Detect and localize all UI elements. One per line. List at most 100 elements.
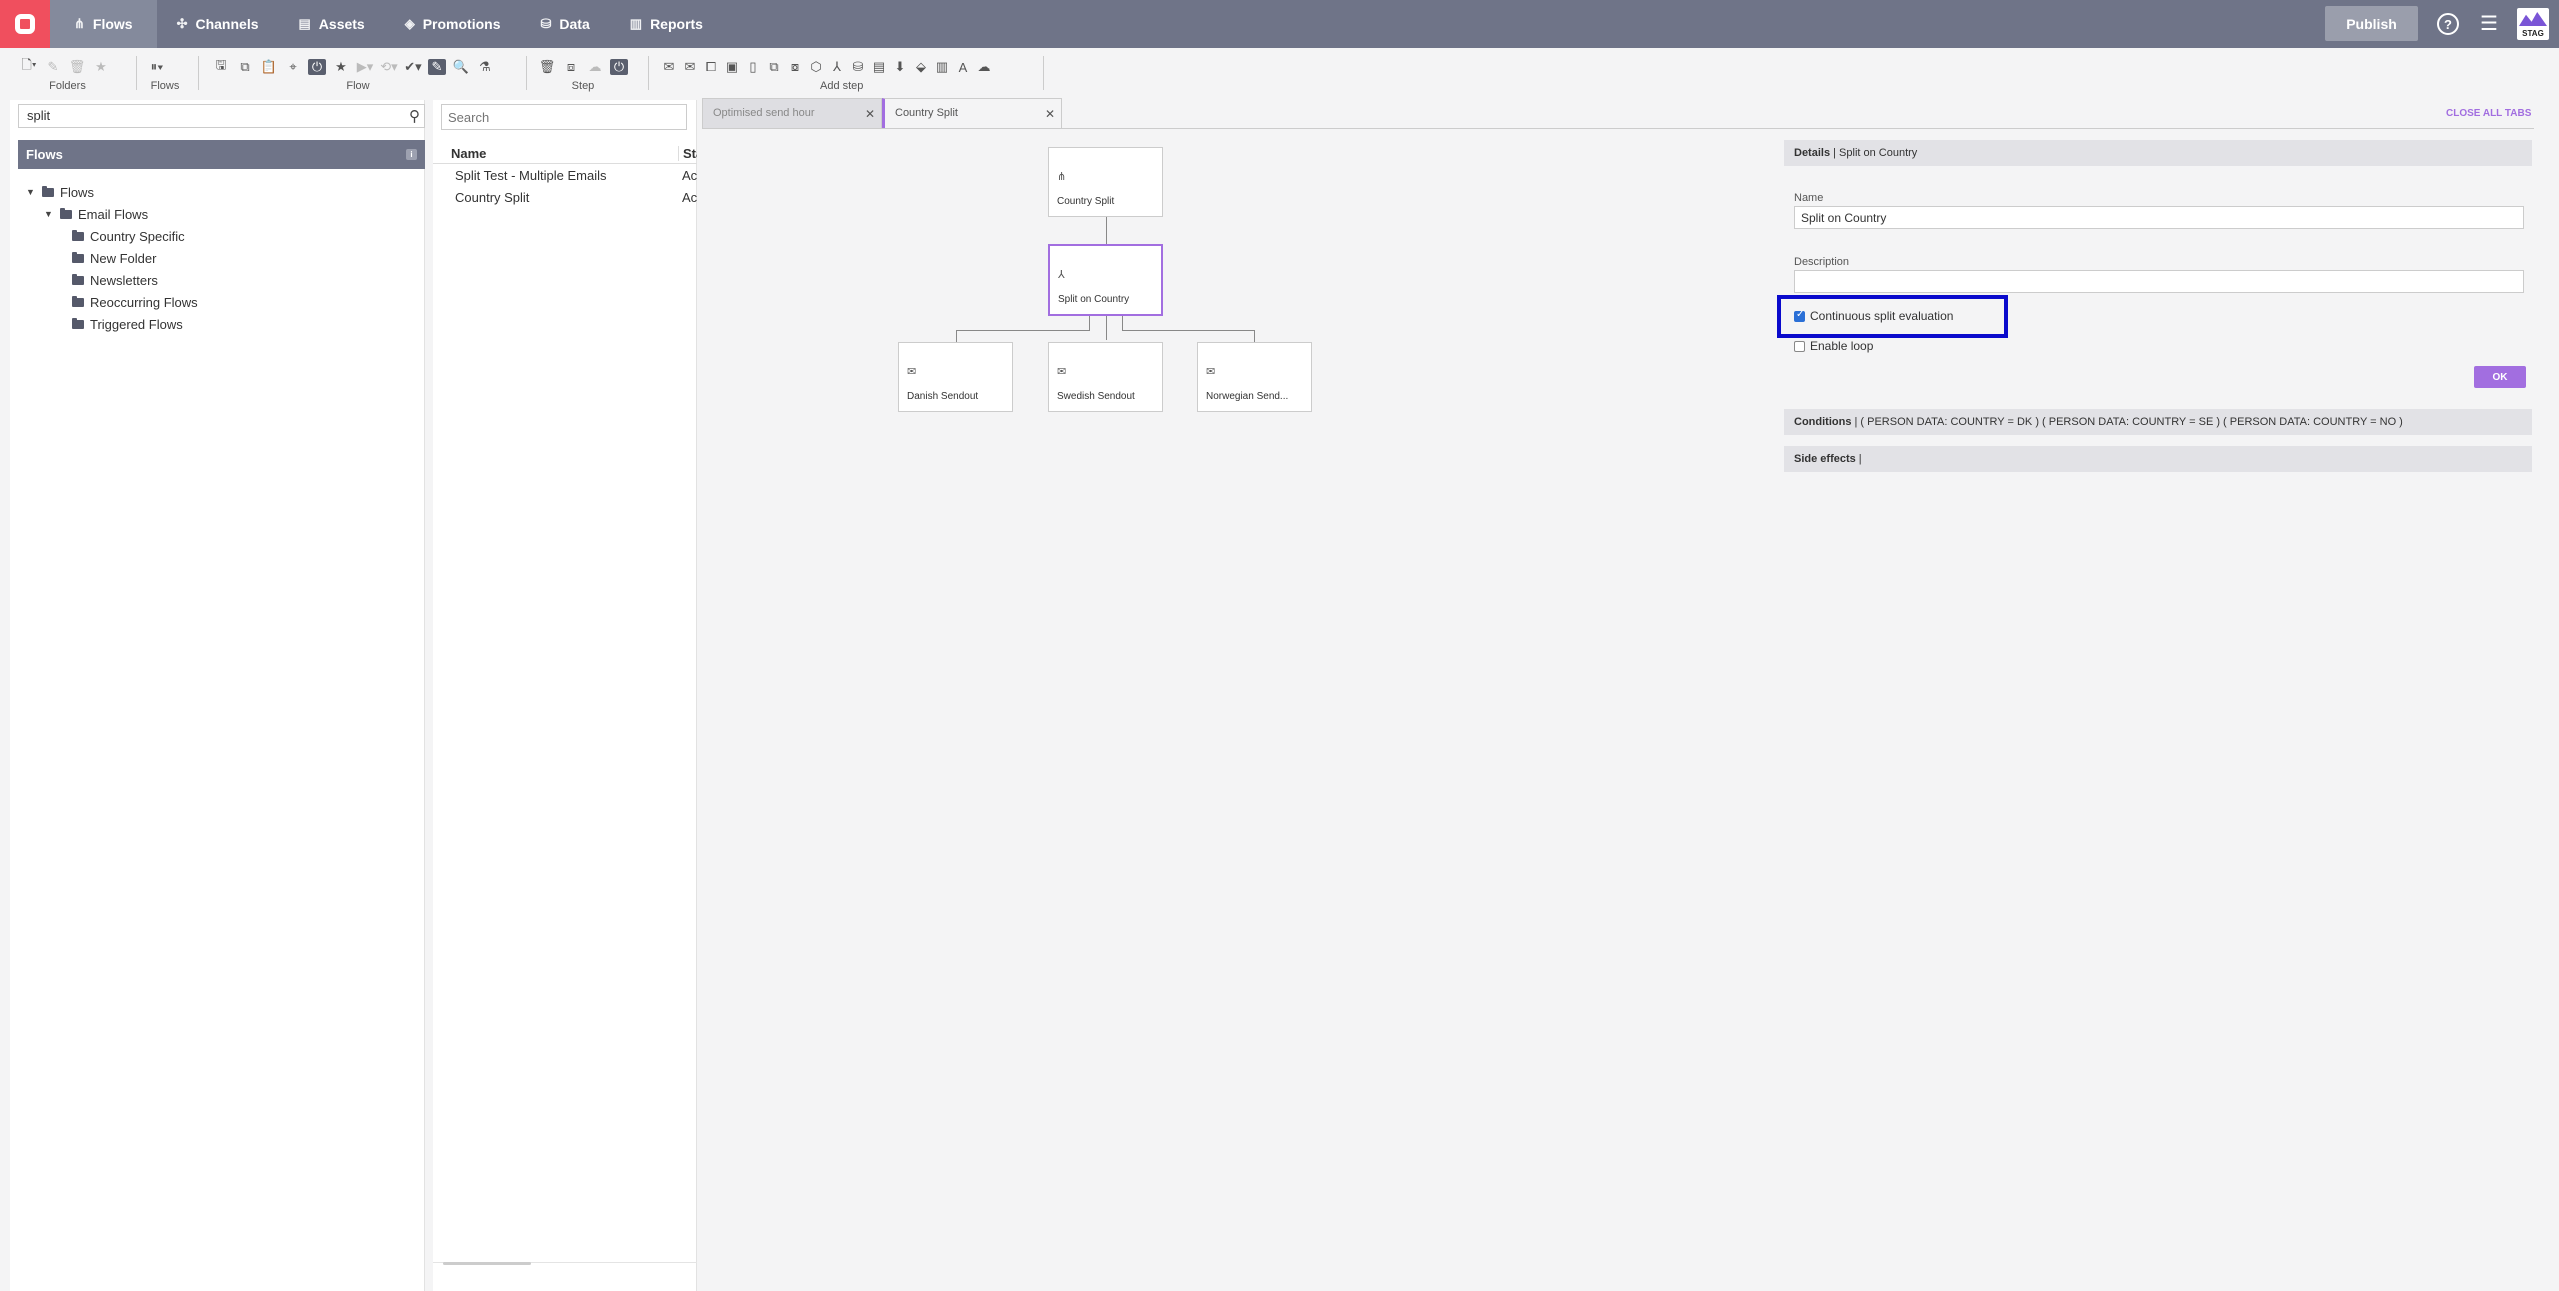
add-tag-icon[interactable]: ⬡ xyxy=(807,59,825,75)
close-all-tabs-link[interactable]: CLOSE ALL TABS xyxy=(2446,108,2531,119)
clipboard-icon[interactable]: 📋 xyxy=(260,59,278,75)
add-message-icon[interactable]: ▣ xyxy=(723,59,741,75)
tree-item-reoccurring-flows[interactable]: Reoccurring Flows xyxy=(72,293,198,311)
reset-icon[interactable]: ⟲▾ xyxy=(380,59,398,75)
connector-line xyxy=(1122,316,1123,330)
add-font-icon[interactable]: A xyxy=(954,60,972,75)
details-section-header[interactable]: Details | Split on Country xyxy=(1784,140,2532,166)
flow-search-input[interactable] xyxy=(441,104,687,130)
details-header-subtitle: | Split on Country xyxy=(1830,147,1918,159)
save-icon[interactable]: 🖫 xyxy=(212,56,230,78)
step-power-icon[interactable]: ⏻ xyxy=(610,59,628,75)
publish-button[interactable]: Publish xyxy=(2325,6,2418,41)
tab-country-split[interactable]: Country Split ✕ xyxy=(882,98,1062,129)
tab-optimised-send-hour[interactable]: Optimised send hour ✕ xyxy=(702,98,882,129)
copy-icon[interactable]: ⧉ xyxy=(236,59,254,75)
ok-button[interactable]: OK xyxy=(2474,366,2526,388)
flow-node-split-on-country[interactable]: ⅄ Split on Country xyxy=(1048,244,1163,316)
horizontal-scrollbar-thumb[interactable] xyxy=(443,1262,531,1265)
column-header-name[interactable]: Name xyxy=(451,146,486,161)
add-web-icon[interactable]: ⧠ xyxy=(702,59,720,75)
chevron-down-icon[interactable]: ▼ xyxy=(44,209,54,219)
nav-data[interactable]: ⛁ Data xyxy=(521,0,610,48)
connector-line xyxy=(956,330,957,342)
search-icon[interactable]: ⚲ xyxy=(409,107,420,125)
description-field[interactable] xyxy=(1794,270,2524,293)
new-folder-icon[interactable]: 🗋▾ xyxy=(20,56,38,78)
step-cloud-icon[interactable]: ☁ xyxy=(586,59,604,75)
add-merge-icon[interactable]: ⬙ xyxy=(912,59,930,75)
star-icon[interactable]: ★ xyxy=(332,59,350,75)
zoom-icon[interactable]: 🔍 xyxy=(452,59,470,75)
tree-item-label: Reoccurring Flows xyxy=(90,294,198,310)
tab-label: Country Split xyxy=(895,107,958,119)
side-effects-section-header[interactable]: Side effects | xyxy=(1784,446,2532,472)
tree-item-triggered-flows[interactable]: Triggered Flows xyxy=(72,315,183,333)
flows-dropdown-icon[interactable]: ⏸▾ xyxy=(148,59,166,75)
tree-item-flows[interactable]: ▼ Flows xyxy=(26,183,94,201)
tree-item-new-folder[interactable]: New Folder xyxy=(72,249,156,267)
tree-item-email-flows[interactable]: ▼ Email Flows xyxy=(44,205,148,223)
nav-flows[interactable]: ⋔ Flows xyxy=(50,0,157,48)
nav-promotions-label: Promotions xyxy=(422,16,501,32)
add-chart-icon[interactable]: ▥ xyxy=(933,59,951,75)
toolbar-group-label: Add step xyxy=(820,80,864,92)
tree-item-country-specific[interactable]: Country Specific xyxy=(72,227,185,245)
flows-panel-header[interactable]: Flows i xyxy=(18,140,425,169)
enable-loop-option[interactable]: Enable loop xyxy=(1794,339,1873,353)
play-icon[interactable]: ▶▾ xyxy=(356,59,374,75)
environment-badge[interactable]: STAG xyxy=(2517,8,2549,40)
nav-assets[interactable]: ▤ Assets xyxy=(279,0,385,48)
add-cloud-icon[interactable]: ☁ xyxy=(975,59,993,75)
tree-item-newsletters[interactable]: Newsletters xyxy=(72,271,158,289)
validate-icon[interactable]: ✔▾ xyxy=(404,59,422,75)
edit-icon[interactable]: ✎ xyxy=(428,59,446,75)
nav-reports[interactable]: ▥ Reports xyxy=(610,0,723,48)
table-row[interactable]: Country Split Ac xyxy=(433,188,697,208)
chevron-down-icon[interactable]: ▼ xyxy=(26,187,36,197)
nav-channels[interactable]: ✣ Channels xyxy=(157,0,279,48)
flow-node-danish-sendout[interactable]: ✉ Danish Sendout xyxy=(898,342,1013,412)
info-icon[interactable]: i xyxy=(406,149,417,160)
name-field[interactable]: Split on Country xyxy=(1794,206,2524,229)
add-notify-icon[interactable]: ⧉ xyxy=(765,59,783,75)
delete-folder-icon[interactable]: 🗑 xyxy=(68,59,86,75)
add-email-icon[interactable]: ✉ xyxy=(660,59,678,75)
settings-sliders-icon[interactable]: ☰ xyxy=(2478,13,2500,35)
folder-search-input[interactable]: split ⚲ xyxy=(18,104,425,128)
column-header-status[interactable]: Sta xyxy=(678,146,697,161)
lab-icon[interactable]: ⚗ xyxy=(476,59,494,75)
app-logo[interactable] xyxy=(0,0,50,48)
continuous-split-evaluation-checkbox[interactable] xyxy=(1794,309,1805,322)
power-icon[interactable]: ⏻ xyxy=(308,59,326,75)
flow-node-norwegian-sendout[interactable]: ✉ Norwegian Send... xyxy=(1197,342,1312,412)
add-filter-icon[interactable]: ⬇ xyxy=(891,59,909,75)
close-icon[interactable]: ✕ xyxy=(1045,107,1055,121)
close-icon[interactable]: ✕ xyxy=(865,107,875,121)
flow-node-swedish-sendout[interactable]: ✉ Swedish Sendout xyxy=(1048,342,1163,412)
add-segment-icon[interactable]: ⧇ xyxy=(786,59,804,75)
delete-step-icon[interactable]: 🗑 xyxy=(538,59,556,75)
conditions-section-header[interactable]: Conditions | ( PERSON DATA: COUNTRY = DK… xyxy=(1784,409,2532,435)
add-split-icon[interactable]: ⅄ xyxy=(828,59,846,75)
add-database-icon[interactable]: ⛁ xyxy=(849,59,867,75)
add-mobile-icon[interactable]: ▯ xyxy=(744,59,762,75)
reports-icon: ▥ xyxy=(629,16,643,31)
flow-name: Split Test - Multiple Emails xyxy=(455,168,607,183)
nav-promotions[interactable]: ◈ Promotions xyxy=(385,0,521,48)
table-row[interactable]: Split Test - Multiple Emails Ac xyxy=(433,166,697,186)
layout-icon[interactable]: ⌖ xyxy=(284,59,302,75)
favorite-folder-icon[interactable]: ★ xyxy=(92,59,110,75)
help-icon[interactable]: ? xyxy=(2437,13,2459,35)
nav-channels-label: Channels xyxy=(195,16,259,32)
add-document-icon[interactable]: ▤ xyxy=(870,59,888,75)
edit-folder-icon[interactable]: ✎ xyxy=(44,59,62,75)
add-email-variant-icon[interactable]: ✉ xyxy=(681,59,699,75)
flow-node-country-split[interactable]: ⋔ Country Split xyxy=(1048,147,1163,217)
tree-item-label: Triggered Flows xyxy=(90,316,183,332)
description-field-label: Description xyxy=(1794,256,1850,268)
continuous-split-evaluation-option[interactable]: Continuous split evaluation xyxy=(1794,309,1953,323)
enable-loop-checkbox[interactable] xyxy=(1794,340,1805,352)
environment-badge-label: STAG xyxy=(2517,29,2549,38)
step-group-icon[interactable]: ⧈ xyxy=(562,59,580,75)
